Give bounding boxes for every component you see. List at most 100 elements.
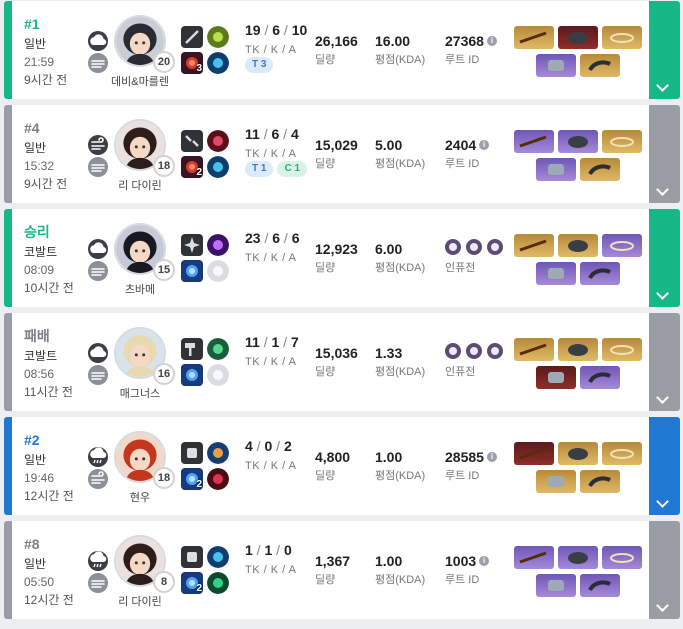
blue-rune-icon[interactable]: [207, 156, 229, 178]
equipment-item-icon[interactable]: [602, 26, 642, 49]
equipment-item-icon[interactable]: [558, 234, 598, 257]
badge-tags: T 3: [245, 57, 274, 73]
equipment-item-icon[interactable]: [602, 234, 642, 257]
info-icon[interactable]: i: [479, 556, 490, 566]
game-mode: 일반: [24, 141, 47, 155]
expand-details-button[interactable]: [649, 417, 680, 515]
route-id[interactable]: 2404 i: [445, 137, 490, 153]
equipment-item-icon[interactable]: [580, 262, 620, 285]
match-card[interactable]: 승리 코발트 08:09 10시간 전 15 츠바메 23 / 6 / 6 TK / K / …: [4, 209, 680, 307]
blue-skill-icon[interactable]: 2: [181, 572, 203, 594]
match-result: #4: [24, 120, 40, 136]
match-info: #8 일반 05:50 12시간 전: [24, 535, 94, 608]
equipment-item-icon[interactable]: [558, 442, 598, 465]
equipment-item-icon[interactable]: [602, 338, 642, 361]
nunchaku-icon[interactable]: [181, 130, 203, 152]
equipment-item-icon[interactable]: [558, 130, 598, 153]
match-card[interactable]: 패배 코발트 08:56 11시간 전 16 매그너스 11 / 1 / 7 TK / K /…: [4, 313, 680, 411]
score-value: 1.00: [375, 553, 403, 569]
rain-icon: [88, 551, 108, 571]
fire-icon[interactable]: 2: [181, 156, 203, 178]
shield-rune-icon[interactable]: [207, 442, 229, 464]
time-ago: 12시간 전: [24, 489, 74, 503]
character-level-badge: 18: [153, 467, 175, 489]
equipment-item-icon[interactable]: [514, 442, 554, 465]
match-card[interactable]: #4 일반 15:32 9시간 전 18 리 다이린 2 11 / 6 / 4 TK / K /…: [4, 105, 680, 203]
green-rune-icon[interactable]: [207, 338, 229, 360]
equipment-item-icon[interactable]: [558, 546, 598, 569]
separator: /: [272, 542, 284, 558]
expand-details-button[interactable]: [649, 105, 680, 203]
blue-rune-icon[interactable]: [207, 546, 229, 568]
blue-skill-icon[interactable]: [181, 364, 203, 386]
assists: 6: [291, 230, 300, 246]
blue-skill-icon[interactable]: 2: [181, 468, 203, 490]
equipment-item-icon[interactable]: [536, 54, 576, 77]
route-id[interactable]: 27368 i: [445, 33, 497, 49]
match-card[interactable]: #8 일반 05:50 12시간 전 8 리 다이린 2 1 / 1 / 0 TK / K / …: [4, 521, 680, 619]
separator: /: [259, 126, 272, 142]
character-level-badge: 8: [153, 571, 175, 593]
equipment-item-icon[interactable]: [514, 130, 554, 153]
kills: 6: [272, 230, 281, 246]
equipment-item-icon[interactable]: [558, 26, 598, 49]
expand-details-button[interactable]: [649, 209, 680, 307]
haze-icon: [88, 573, 108, 593]
blue-rune-icon[interactable]: [207, 52, 229, 74]
white-rune-icon[interactable]: [207, 260, 229, 282]
expand-details-button[interactable]: [649, 313, 680, 411]
equipment-item-icon[interactable]: [536, 470, 576, 493]
red-rune-icon[interactable]: [207, 468, 229, 490]
fist-icon[interactable]: [181, 546, 203, 568]
equipment-item-icon[interactable]: [536, 262, 576, 285]
score-value: 1.00: [375, 449, 403, 465]
blade-icon[interactable]: [181, 26, 203, 48]
equipment-item-icon[interactable]: [580, 470, 620, 493]
equipment-item-icon[interactable]: [536, 366, 576, 389]
equipment-item-icon[interactable]: [536, 574, 576, 597]
score-label: 평점(KDA): [375, 262, 426, 274]
hammer-icon[interactable]: [181, 338, 203, 360]
damage-value: 4,800: [315, 449, 351, 465]
white-rune-icon[interactable]: [207, 364, 229, 386]
match-result: 패배: [24, 328, 50, 344]
equipment-item-icon[interactable]: [580, 54, 620, 77]
match-card[interactable]: #1 일반 21:59 9시간 전 20 데비&마를렌 3 19 / 6 / 10 TK / K…: [4, 1, 680, 99]
equipment-item-icon[interactable]: [602, 130, 642, 153]
info-icon[interactable]: i: [486, 36, 497, 46]
burst-icon[interactable]: 3: [181, 52, 203, 74]
kda-label: TK / K / A: [245, 356, 297, 368]
match-card[interactable]: #2 일반 19:46 12시간 전 18 현우 2 4 / 0 / 2 TK / K / A4…: [4, 417, 680, 515]
equipment-item-icon[interactable]: [514, 546, 554, 569]
shuriken-icon[interactable]: [181, 234, 203, 256]
character-name: 리 다이린: [118, 180, 162, 192]
demon-rune-icon[interactable]: [207, 130, 229, 152]
team-kills: 11: [245, 126, 260, 142]
info-icon[interactable]: i: [479, 140, 490, 150]
info-icon[interactable]: i: [486, 452, 497, 462]
expand-details-button[interactable]: [649, 1, 680, 99]
expand-details-button[interactable]: [649, 521, 680, 619]
fist-icon[interactable]: [181, 442, 203, 464]
equipment-item-icon[interactable]: [514, 26, 554, 49]
equipment-item-icon[interactable]: [580, 574, 620, 597]
game-mode: 일반: [24, 557, 47, 571]
leaf-rune-icon[interactable]: [207, 26, 229, 48]
equipment-item-icon[interactable]: [558, 338, 598, 361]
equipment-item-icon[interactable]: [514, 338, 554, 361]
equipment-item-icon[interactable]: [580, 366, 620, 389]
heal-rune-icon[interactable]: [207, 572, 229, 594]
equipment-item-icon[interactable]: [602, 442, 642, 465]
equipment-item-icon[interactable]: [536, 158, 576, 181]
route-id[interactable]: 1003 i: [445, 553, 490, 569]
equipment-item-icon[interactable]: [580, 158, 620, 181]
separator: /: [272, 438, 284, 454]
route-id[interactable]: 28585 i: [445, 449, 497, 465]
infusion-icon: [466, 343, 482, 359]
blue-skill-icon[interactable]: [181, 260, 203, 282]
purple-rune-icon[interactable]: [207, 234, 229, 256]
infusion-icon: [445, 343, 461, 359]
equipment-item-icon[interactable]: [514, 234, 554, 257]
equipment-item-icon[interactable]: [602, 546, 642, 569]
match-info: #1 일반 21:59 9시간 전: [24, 15, 94, 88]
